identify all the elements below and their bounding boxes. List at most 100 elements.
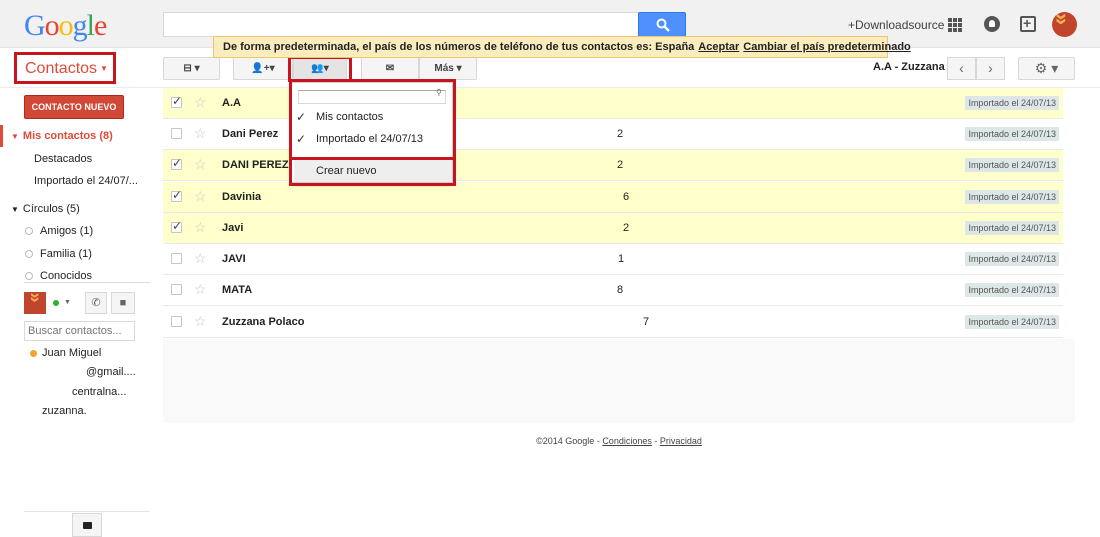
avatar[interactable] <box>1052 12 1077 37</box>
gear-icon: ⚙ ▾ <box>1034 60 1059 76</box>
circle-icon <box>25 272 33 281</box>
account-name-link[interactable]: +Downloadsource <box>848 18 944 32</box>
row-checkbox[interactable] <box>171 284 182 295</box>
contact-name[interactable]: MATA <box>222 284 252 296</box>
change-country-link[interactable]: Cambiar el país predeterminado <box>743 41 911 53</box>
star-icon[interactable]: ☆ <box>194 125 207 142</box>
row-checkbox[interactable] <box>171 128 182 139</box>
row-checkbox[interactable] <box>171 188 182 202</box>
chevron-down-icon[interactable]: ▼ <box>64 299 71 306</box>
row-checkbox[interactable] <box>171 94 182 108</box>
chat-search-input[interactable] <box>24 321 135 341</box>
group-tag: Importado el 24/07/13 <box>965 252 1059 266</box>
envelope-icon: ✉ <box>385 63 395 74</box>
chat-contact[interactable]: centralna... <box>72 386 126 398</box>
row-checkbox[interactable] <box>171 253 182 264</box>
logo-letter: e <box>94 9 107 42</box>
triangle-down-icon: ▼ <box>11 132 19 141</box>
more-button[interactable]: Más ▾ <box>419 57 477 80</box>
table-row[interactable]: ☆ MATA 8 Importado el 24/07/13 <box>163 275 1063 306</box>
contact-value: 1 <box>618 253 625 265</box>
google-logo[interactable]: Google <box>24 9 107 43</box>
chevron-left-icon: ‹ <box>959 60 964 76</box>
contact-name[interactable]: A.A <box>222 97 241 109</box>
table-row[interactable]: ☆ Javi 2 Importado el 24/07/13 <box>163 213 1063 244</box>
video-camera-icon: ■ <box>119 297 127 309</box>
search-icon <box>656 18 670 32</box>
page-range: A.A - Zuzzana <box>873 61 945 73</box>
group-tag: Importado el 24/07/13 <box>965 127 1059 141</box>
annotation-highlight <box>289 79 456 160</box>
group-tag: Importado el 24/07/13 <box>965 221 1059 235</box>
star-icon[interactable]: ☆ <box>194 188 207 205</box>
chat-contact[interactable]: Juan Miguel <box>42 347 101 359</box>
table-row[interactable]: ☆ Davinia 6 Importado el 24/07/13 <box>163 182 1063 213</box>
search-input[interactable] <box>163 12 639 37</box>
contact-name[interactable]: JAVI <box>222 253 246 265</box>
star-icon[interactable]: ☆ <box>194 94 207 111</box>
row-checkbox[interactable] <box>171 316 182 327</box>
divider <box>24 511 150 512</box>
next-page-button[interactable]: › <box>976 57 1005 80</box>
apps-grid-icon[interactable] <box>948 18 962 32</box>
table-row[interactable]: ☆ JAVI 1 Importado el 24/07/13 <box>163 244 1063 275</box>
star-icon[interactable]: ☆ <box>194 156 207 173</box>
star-icon[interactable]: ☆ <box>194 250 207 267</box>
online-status-icon[interactable] <box>53 300 59 306</box>
sidebar-item-starred[interactable]: Destacados <box>0 148 150 170</box>
sidebar-item-label: Amigos (1) <box>40 225 94 237</box>
contact-name[interactable]: Dani Perez <box>222 128 278 140</box>
row-checkbox[interactable] <box>171 156 182 170</box>
chat-bubble-icon[interactable] <box>72 513 102 537</box>
contact-value: 2 <box>623 222 630 234</box>
idle-status-icon <box>30 350 37 357</box>
contact-value: 2 <box>617 128 624 140</box>
chat-avatar[interactable] <box>24 292 46 314</box>
sidebar-item-my-contacts[interactable]: ▼ Mis contactos (8) <box>0 125 150 147</box>
row-checkbox[interactable] <box>171 219 182 233</box>
app-switcher-button[interactable]: Contactos ▼ <box>14 52 116 84</box>
chevron-down-icon: ▾ <box>453 63 462 74</box>
new-contact-button[interactable]: CONTACTO NUEVO <box>24 95 124 119</box>
copyright-text: ©2014 Google <box>536 436 595 446</box>
contact-name[interactable]: DANI PEREZ <box>222 159 289 171</box>
star-icon[interactable]: ☆ <box>194 281 207 298</box>
sidebar-item-family[interactable]: Familia (1) <box>0 243 150 265</box>
share-plus-icon[interactable] <box>1020 15 1036 32</box>
contact-name[interactable]: Javi <box>222 222 243 234</box>
annotation-highlight <box>289 157 456 186</box>
phone-icon: ✆ <box>91 297 101 309</box>
search-button[interactable] <box>638 12 686 37</box>
contact-name[interactable]: Zuzzana Polaco <box>222 316 305 328</box>
notifications-bell-icon[interactable] <box>984 16 1000 32</box>
add-to-circles-button[interactable]: 👤+▾ <box>233 57 293 80</box>
accept-link[interactable]: Aceptar <box>698 41 739 53</box>
prev-page-button[interactable]: ‹ <box>947 57 976 80</box>
email-button[interactable]: ✉ <box>361 57 419 80</box>
star-icon[interactable]: ☆ <box>194 313 207 330</box>
sidebar-item-friends[interactable]: Amigos (1) <box>0 220 150 242</box>
logo-letter: G <box>24 9 46 42</box>
chat-contact[interactable]: zuzanna. <box>42 405 87 417</box>
chat-contact[interactable]: @gmail.... <box>86 366 136 378</box>
group-tag: Importado el 24/07/13 <box>965 283 1059 297</box>
video-call-button[interactable]: ■ <box>111 292 135 314</box>
star-icon[interactable]: ☆ <box>194 219 207 236</box>
sidebar-item-circles[interactable]: ▼ Círculos (5) <box>0 198 150 220</box>
phone-call-button[interactable]: ✆ <box>85 292 107 314</box>
settings-button[interactable]: ⚙ ▾ <box>1018 57 1075 80</box>
sidebar-item-imported[interactable]: Importado el 24/07/... <box>0 170 150 192</box>
sidebar-item-acquaintances[interactable]: Conocidos <box>0 265 150 287</box>
terms-link[interactable]: Condiciones <box>602 436 652 446</box>
select-checkbox-button[interactable]: ⊟ ▾ <box>163 57 220 80</box>
contact-value: 6 <box>623 191 630 203</box>
triangle-down-icon: ▼ <box>11 205 19 214</box>
table-row[interactable]: ☆ Zuzzana Polaco 7 Importado el 24/07/13 <box>163 307 1063 338</box>
group-tag: Importado el 24/07/13 <box>965 96 1059 110</box>
app-title: Contactos <box>25 60 98 77</box>
contact-name[interactable]: Davinia <box>222 191 261 203</box>
privacy-link[interactable]: Privacidad <box>660 436 702 446</box>
divider <box>24 282 150 283</box>
contact-value: 8 <box>617 284 624 296</box>
chevron-right-icon: › <box>988 60 993 76</box>
